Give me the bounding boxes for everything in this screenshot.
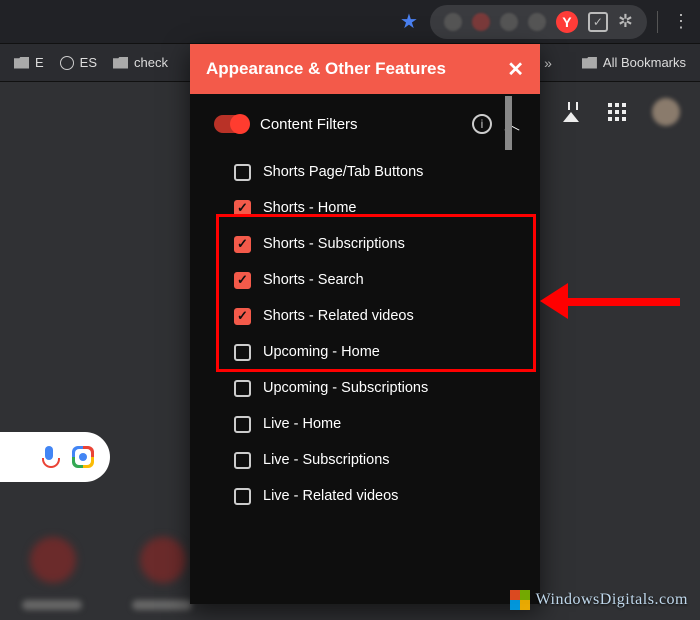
flask-icon[interactable] <box>560 101 582 123</box>
extension-popup: Appearance & Other Features ✕ Content Fi… <box>190 44 540 604</box>
filter-label: Upcoming - Subscriptions <box>263 380 428 396</box>
bookmark-label: E <box>35 55 44 70</box>
shortcut-label <box>22 600 82 610</box>
filter-item[interactable]: Shorts Page/Tab Buttons <box>234 154 530 190</box>
shortcut-tile[interactable] <box>140 537 186 583</box>
bookmark-label: check <box>134 55 168 70</box>
extensions-pill: Y ✓ ✲ <box>430 5 647 39</box>
extension-icon[interactable] <box>500 13 518 31</box>
mic-icon[interactable] <box>42 446 56 468</box>
watermark: WindowsDigitals.com <box>510 590 688 610</box>
bookmark-star-icon[interactable]: ★ <box>400 9 418 34</box>
filter-label: Upcoming - Home <box>263 344 380 360</box>
bookmark-item[interactable]: ES <box>60 55 97 70</box>
checkbox[interactable] <box>234 272 251 289</box>
search-chip[interactable] <box>0 432 110 482</box>
checkbox[interactable] <box>234 344 251 361</box>
toggle-switch[interactable] <box>214 115 248 133</box>
filter-item[interactable]: Upcoming - Subscriptions <box>234 370 530 406</box>
filter-label: Shorts - Search <box>263 272 364 288</box>
scrollbar-thumb[interactable] <box>505 96 512 150</box>
info-icon[interactable]: i <box>472 114 492 134</box>
avatar[interactable] <box>652 98 680 126</box>
close-icon[interactable]: ✕ <box>507 57 524 82</box>
section-header[interactable]: Content Filters i ︿ <box>214 112 530 136</box>
folder-icon <box>14 57 29 69</box>
filter-label: Shorts Page/Tab Buttons <box>263 164 423 180</box>
filter-item[interactable]: Shorts - Subscriptions <box>234 226 530 262</box>
filter-item[interactable]: Shorts - Related videos <box>234 298 530 334</box>
popup-body: Content Filters i ︿ Shorts Page/Tab Butt… <box>190 94 540 604</box>
extension-icon[interactable] <box>472 13 490 31</box>
watermark-text: WindowsDigitals.com <box>536 591 688 609</box>
checkbox[interactable] <box>234 452 251 469</box>
filter-label: Live - Related videos <box>263 488 398 504</box>
filter-list: Shorts Page/Tab Buttons Shorts - Home Shor… <box>214 154 530 514</box>
bookmark-item[interactable]: check <box>113 55 168 70</box>
shortcut-tile[interactable] <box>30 537 76 583</box>
folder-icon <box>113 57 128 69</box>
folder-icon <box>582 57 597 69</box>
extension-icon[interactable] <box>528 13 546 31</box>
checkbox[interactable] <box>234 236 251 253</box>
active-extension-icon[interactable]: Y <box>556 11 578 33</box>
separator <box>657 11 658 33</box>
shortcut-label <box>132 600 192 610</box>
filter-item[interactable]: Live - Related videos <box>234 478 530 514</box>
bookmark-label: ES <box>80 55 97 70</box>
apps-grid-icon[interactable] <box>606 101 628 123</box>
page-top-icons <box>560 98 680 126</box>
all-bookmarks-button[interactable]: All Bookmarks <box>582 55 686 70</box>
section-label: Content Filters <box>260 116 460 133</box>
checkbox[interactable] <box>234 164 251 181</box>
filter-label: Live - Subscriptions <box>263 452 390 468</box>
bookmark-label: All Bookmarks <box>603 55 686 70</box>
extension-icon[interactable] <box>444 13 462 31</box>
camera-lens-icon[interactable] <box>72 446 94 468</box>
filter-item[interactable]: Shorts - Home <box>234 190 530 226</box>
filter-item[interactable]: Live - Home <box>234 406 530 442</box>
globe-icon <box>60 56 74 70</box>
windows-logo-icon <box>510 590 530 610</box>
popup-header: Appearance & Other Features ✕ <box>190 44 540 94</box>
filter-label: Shorts - Subscriptions <box>263 236 405 252</box>
chrome-menu-icon[interactable]: ⋮ <box>672 11 690 32</box>
extensions-puzzle-icon[interactable]: ✲ <box>618 11 633 32</box>
browser-toolbar: ★ Y ✓ ✲ ⋮ <box>0 0 700 44</box>
bookmarks-overflow-icon[interactable]: » <box>544 55 552 71</box>
bookmark-item[interactable]: E <box>14 55 44 70</box>
filter-label: Live - Home <box>263 416 341 432</box>
checkbox[interactable] <box>234 200 251 217</box>
checkbox[interactable] <box>234 308 251 325</box>
checkbox[interactable] <box>234 380 251 397</box>
checkbox[interactable] <box>234 488 251 505</box>
filter-item[interactable]: Upcoming - Home <box>234 334 530 370</box>
extension-check-icon[interactable]: ✓ <box>588 12 608 32</box>
popup-title: Appearance & Other Features <box>206 59 507 79</box>
filter-item[interactable]: Live - Subscriptions <box>234 442 530 478</box>
filter-label: Shorts - Related videos <box>263 308 414 324</box>
filter-item[interactable]: Shorts - Search <box>234 262 530 298</box>
checkbox[interactable] <box>234 416 251 433</box>
filter-label: Shorts - Home <box>263 200 356 216</box>
